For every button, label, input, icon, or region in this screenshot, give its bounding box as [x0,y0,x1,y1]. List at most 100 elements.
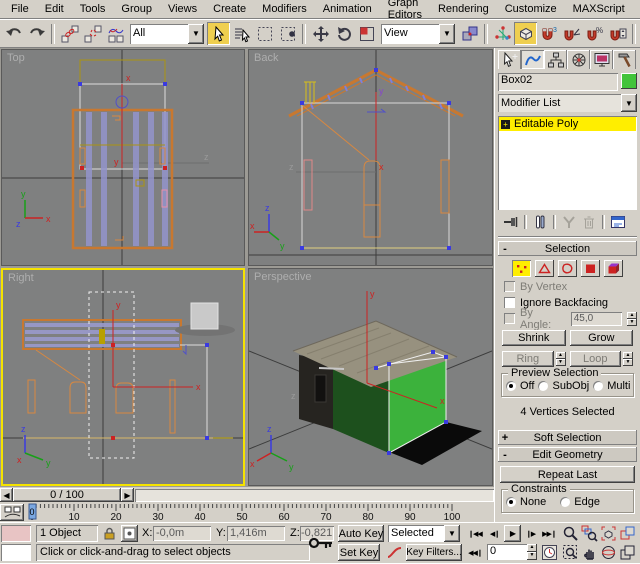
transform-gizmo[interactable]: y x [367,86,387,172]
open-mini-curve-editor-button[interactable] [0,504,24,521]
angle-snap-toggle-button[interactable] [560,22,583,45]
bind-to-space-warp-button[interactable] [104,22,127,45]
dropdown-arrow-icon[interactable]: ▼ [621,94,637,112]
grow-button[interactable]: Grow [569,330,633,346]
tab-modify[interactable] [521,50,544,69]
menu-create[interactable]: Create [205,1,254,18]
menu-help[interactable]: Help [633,1,640,18]
modifier-stack[interactable]: + Editable Poly [498,116,637,210]
ignore-backfacing-checkbox[interactable] [504,297,515,308]
ring-spinner[interactable]: ▲ ▼ [555,352,566,366]
viewport-label[interactable]: Right [8,272,34,284]
pan-view-button[interactable] [581,544,598,561]
selection-rollout-header[interactable]: - Selection [498,241,637,256]
redo-button[interactable] [25,22,48,45]
min-max-toggle-button[interactable] [619,544,636,561]
spinner-down-icon[interactable]: ▼ [627,318,637,326]
window-crossing-toggle-button[interactable] [276,22,299,45]
object-color-swatch[interactable] [621,73,637,89]
tab-utilities[interactable] [613,50,636,69]
default-tangent-button[interactable] [386,544,403,561]
viewport-top[interactable]: z x y y x z Top [1,49,245,266]
by-angle-spinner[interactable]: ▲ ▼ [627,311,637,326]
viewport-right-active[interactable]: y x z x y Right [1,268,245,486]
menu-rendering[interactable]: Rendering [430,1,497,18]
snaps-toggle-button[interactable]: 3 [537,22,560,45]
pin-stack-button[interactable] [502,214,520,230]
tab-create[interactable] [498,50,521,69]
polygon-subobject-button[interactable] [581,260,600,277]
reference-coordinate-dropdown[interactable]: View ▼ [381,23,455,44]
border-subobject-button[interactable] [558,260,577,277]
expand-icon[interactable]: + [501,119,510,129]
y-coordinate-field[interactable]: 1,416m [227,526,285,541]
by-vertex-checkbox[interactable] [504,281,515,292]
track-bar-ruler[interactable]: 01020304050607080901000 [24,503,492,522]
menu-graph-editors[interactable]: Graph Editors [380,0,430,24]
spinner-up-icon[interactable]: ▲ [627,311,637,319]
set-key-button[interactable]: Set Key [338,544,380,561]
zoom-all-button[interactable] [581,525,598,542]
menu-tools[interactable]: Tools [72,1,114,18]
element-subobject-button[interactable] [604,260,623,277]
previous-frame-button[interactable]: ◀❙ [487,526,502,541]
menu-customize[interactable]: Customize [497,1,565,18]
ring-button[interactable]: Ring [502,351,554,367]
viewport-label[interactable]: Back [254,52,278,64]
dropdown-arrow-icon[interactable]: ▼ [188,23,204,44]
vertex-subobject-button[interactable] [512,260,531,277]
show-end-result-button[interactable] [531,214,549,230]
rectangular-selection-region-button[interactable] [253,22,276,45]
repeat-last-button[interactable]: Repeat Last [500,466,635,483]
menu-modifiers[interactable]: Modifiers [254,1,315,18]
select-and-move-button[interactable] [309,22,332,45]
time-slider-track[interactable] [135,488,494,502]
constraints-edge-radio[interactable] [560,497,571,507]
time-configuration-button[interactable] [541,544,558,561]
frame-spinner[interactable]: ▲ ▼ [527,544,537,560]
constraints-none-radio[interactable] [506,497,516,507]
select-and-scale-button[interactable] [355,22,378,45]
select-object-button[interactable] [207,22,230,45]
viewport-label[interactable]: Top [7,52,25,64]
time-slider-prev-button[interactable]: ◀ [0,488,13,502]
shrink-button[interactable]: Shrink [502,330,566,346]
tab-hierarchy[interactable] [544,50,567,69]
percent-snap-toggle-button[interactable]: % [583,22,606,45]
select-by-name-button[interactable] [230,22,253,45]
menu-animation[interactable]: Animation [315,1,380,18]
menu-edit[interactable]: Edit [37,1,72,18]
remove-modifier-button[interactable] [580,214,598,230]
tab-motion[interactable] [567,50,590,69]
keyboard-shortcut-override-toggle[interactable] [514,22,537,45]
tab-display[interactable] [590,50,613,69]
time-slider-handle[interactable]: 0 / 100 [13,488,121,502]
edit-geometry-rollout-header[interactable]: - Edit Geometry [498,447,637,462]
menu-group[interactable]: Group [113,1,160,18]
spinner-snap-toggle-button[interactable] [606,22,629,45]
go-to-start-button[interactable]: ❙◀◀ [466,526,484,541]
by-angle-checkbox[interactable] [504,313,515,324]
x-coordinate-field[interactable]: -0,0m [153,526,211,541]
select-and-manipulate-button[interactable] [491,22,514,45]
selection-filter-dropdown[interactable]: All ▼ [130,23,204,44]
undo-button[interactable] [2,22,25,45]
play-animation-button[interactable]: ▶ [504,525,521,542]
modifier-list-dropdown[interactable]: Modifier List ▼ [498,94,637,112]
select-and-rotate-button[interactable] [332,22,355,45]
key-filters-button[interactable]: Key Filters... [406,544,462,561]
absolute-offset-mode-toggle[interactable] [121,525,138,542]
set-keys-button[interactable] [308,533,334,559]
menu-file[interactable]: File [3,1,37,18]
zoom-region-button[interactable] [562,544,579,561]
viewport-label[interactable]: Perspective [254,271,311,283]
zoom-extents-button[interactable] [600,525,617,542]
key-mode-toggle-button[interactable]: ◀◀❙ [466,545,484,560]
auto-key-button[interactable]: Auto Key [338,525,384,542]
macro-recorder-mini-listener[interactable] [1,525,31,542]
arc-rotate-button[interactable] [600,544,617,561]
menu-views[interactable]: Views [160,1,205,18]
next-frame-button[interactable]: ❙▶ [523,526,538,541]
loop-button[interactable]: Loop [569,351,621,367]
object-name-field[interactable]: Box02 [498,73,618,91]
